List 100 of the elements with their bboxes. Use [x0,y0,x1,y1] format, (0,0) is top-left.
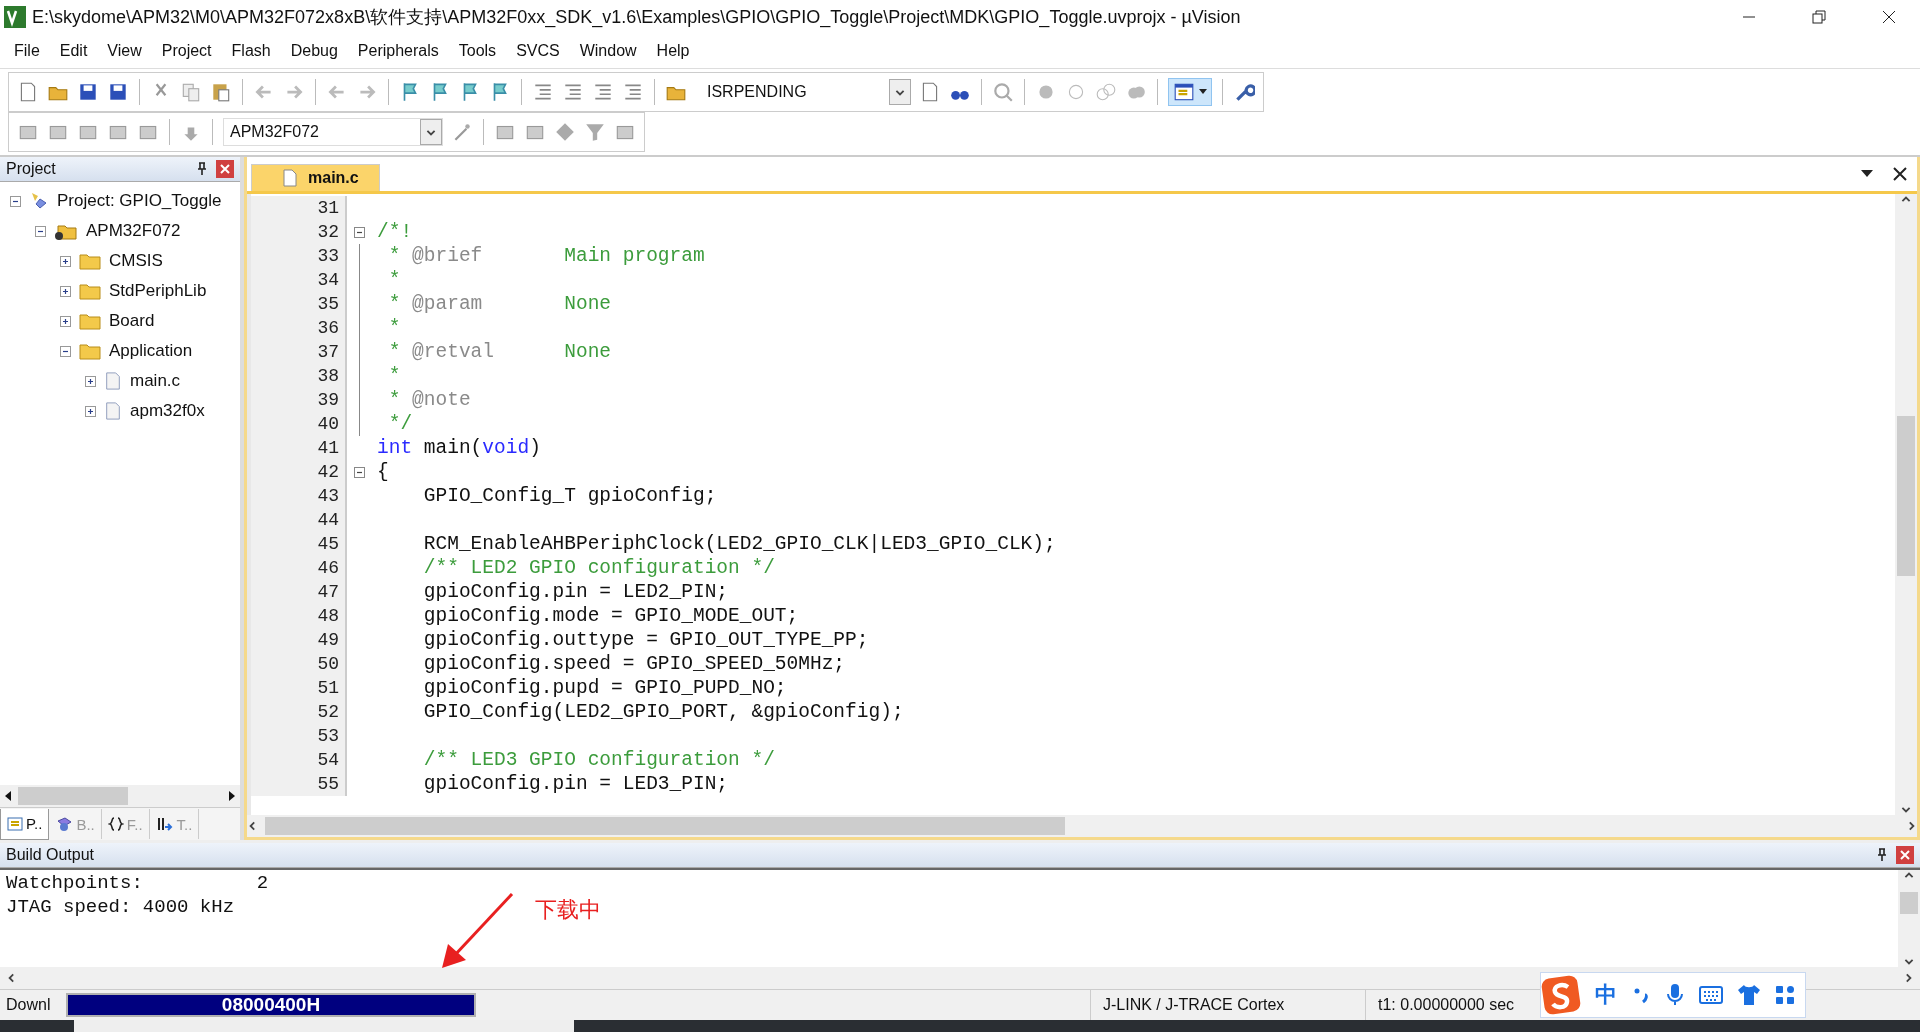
menu-item[interactable]: Peripherals [347,38,449,64]
fold-icon[interactable] [353,466,365,478]
copy-icon[interactable] [180,81,202,103]
code-line: gpioConfig.pin = LED3_PIN; [422,773,729,795]
menu-item[interactable]: Help [646,38,700,64]
panel-title: Project [6,160,56,178]
line-number: 50 [251,652,345,676]
line-number: 45 [251,532,345,556]
code-line: gpioConfig.pupd = GPIO_PUPD_NO; [422,677,787,699]
pin-icon[interactable] [196,162,208,176]
code-line: gpioConfig.speed = GPIO_SPEED_50MHz; [422,653,846,675]
menu-item[interactable]: View [97,38,152,64]
horizontal-scrollbar[interactable] [0,785,240,807]
fold-icon[interactable] [353,226,365,238]
scrollbar-thumb[interactable] [1900,892,1918,914]
line-number: 44 [251,508,345,532]
file-icon [104,371,122,391]
input-mode-button[interactable]: 中 [1595,980,1617,1010]
code-line: /*! [376,221,413,243]
code-line: GPIO_Config(LED2_GPIO_PORT, &gpioConfig); [422,701,904,723]
code-line: gpioConfig.pin = LED2_PIN; [422,581,729,603]
horizontal-scrollbar[interactable] [247,815,1917,837]
code-line: /** LED3 GPIO configuration */ [422,749,775,771]
menu-item[interactable]: Project [151,38,222,64]
menu-item[interactable]: Debug [280,38,348,64]
restore-icon[interactable] [1812,10,1826,24]
save-all-icon[interactable] [107,81,129,103]
funnel-icon[interactable] [584,121,606,143]
line-number: 51 [251,676,345,700]
code-line: * [387,365,401,387]
line-number: 46 [251,556,345,580]
collapse-icon[interactable] [35,225,46,237]
progress-text: 08000400H [221,994,321,1016]
tree-item[interactable]: main.c [130,371,181,391]
tree-item[interactable]: Board [109,311,155,331]
menu-item[interactable]: Edit [49,38,98,64]
line-number: 55 [251,772,345,796]
expand-icon[interactable] [60,285,71,297]
line-number: 35 [251,292,345,316]
collapse-icon[interactable] [60,345,71,357]
expand-icon[interactable] [60,315,71,327]
microphone-icon[interactable] [1665,983,1685,1007]
ime-logo-icon[interactable] [1541,975,1581,1015]
tree-item[interactable]: Project: GPIO_Toggle [57,191,222,211]
menu-item[interactable]: Tools [448,38,507,64]
window-icon[interactable] [1173,81,1195,103]
keyboard-icon[interactable] [1699,985,1723,1005]
line-number: 32 [251,220,345,244]
vertical-scrollbar[interactable] [1898,870,1920,967]
line-number: 54 [251,748,345,772]
panel-tab[interactable]: P.. [0,808,50,840]
code-line: * [387,317,401,339]
close-button[interactable] [216,160,234,178]
line-number: 36 [251,316,345,340]
dropdown-icon[interactable] [1861,170,1873,178]
find-field[interactable]: ISRPENDING [701,78,911,106]
tree-item[interactable]: CMSIS [109,251,163,271]
line-number: 42 [251,460,345,484]
code-line: GPIO_Config_T gpioConfig; [422,485,717,507]
shirt-icon[interactable] [1737,984,1761,1006]
annotation-text: 下载中 [535,896,601,924]
tree-item[interactable]: StdPeriphLib [109,281,207,301]
output-line: Watchpoints: 2 [6,872,269,896]
line-number: 41 [251,436,345,460]
file-tab[interactable]: main.c [251,164,380,191]
code-line: */ [387,413,413,435]
wrench-icon[interactable] [1233,81,1255,103]
app-icon [4,6,26,28]
menu-item[interactable]: SVCS [506,38,570,64]
pin-icon[interactable] [1876,848,1888,862]
scrollbar-thumb[interactable] [1897,416,1915,576]
expand-icon[interactable] [85,375,96,387]
code-line: { [376,461,389,483]
line-number: 33 [251,244,345,268]
save-icon[interactable] [77,81,99,103]
menu-item[interactable]: Window [569,38,647,64]
panel-title: Build Output [6,846,95,864]
expand-icon[interactable] [85,405,96,417]
close-icon[interactable] [1893,167,1907,181]
vertical-scrollbar[interactable] [1895,194,1917,815]
code-line: gpioConfig.mode = GPIO_MODE_OUT; [422,605,799,627]
collapse-icon[interactable] [10,195,21,207]
menu-item[interactable]: Flash [221,38,281,64]
diamond-icon[interactable] [554,121,576,143]
grid-icon[interactable] [1775,985,1795,1005]
tree-item[interactable]: Application [109,341,193,361]
clipboard-icon[interactable] [210,81,232,103]
line-number: 48 [251,604,345,628]
tree-item[interactable]: APM32F072 [86,221,181,241]
code-line: * @retval None [387,341,612,363]
close-button[interactable] [1896,846,1914,864]
menu-item[interactable]: File [4,38,50,64]
window-layout-button[interactable] [1168,78,1212,106]
code-line: * @brief Main program [387,245,705,267]
tree-item[interactable]: apm32f0x [130,401,205,421]
template-icon [155,816,174,832]
magnifier-icon[interactable] [992,81,1014,103]
target-field[interactable]: APM32F072 [223,118,443,146]
expand-icon[interactable] [60,255,71,267]
close-icon[interactable] [1882,10,1896,24]
